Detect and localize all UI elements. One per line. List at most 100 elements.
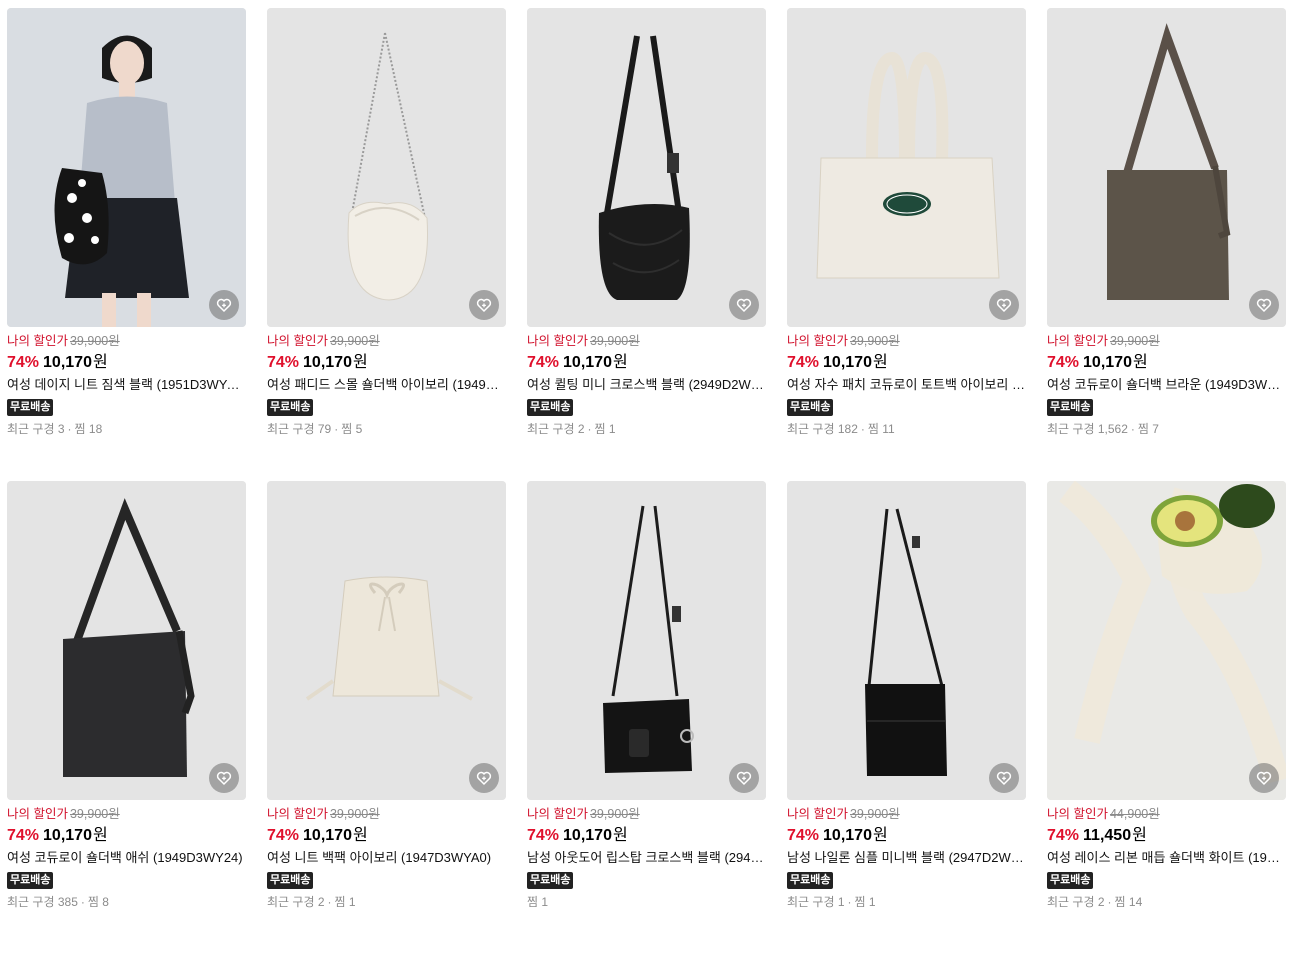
currency-label: 원 xyxy=(612,827,628,844)
product-card[interactable]: 나의 할인가 39,900원 74% 10,170원 여성 패디드 스몰 숄더백 아… xyxy=(267,8,506,481)
product-title[interactable]: 여성 퀼팅 미니 크로스백 블랙 (2949D2WYA3) xyxy=(527,376,766,393)
wish-count: 1 xyxy=(608,422,616,436)
like-button[interactable] xyxy=(209,290,239,320)
product-card[interactable]: 나의 할인가 44,900원 74% 11,450원 여성 레이스 리본 매듭 숄더… xyxy=(1047,481,1286,954)
recent-count: 2 xyxy=(1097,895,1105,909)
wish-label: 찜 xyxy=(341,422,353,436)
my-price-label: 나의 할인가 xyxy=(7,334,68,348)
like-button[interactable] xyxy=(1249,763,1279,793)
separator-dot: · xyxy=(1107,895,1112,909)
product-title[interactable]: 여성 코듀로이 숄더백 브라운 (1949D3WY24) xyxy=(1047,376,1286,393)
like-button[interactable] xyxy=(1249,290,1279,320)
product-card[interactable]: 나의 할인가 39,900원 74% 10,170원 여성 데이지 니트 짐색 블랙… xyxy=(7,8,246,481)
product-image[interactable] xyxy=(1047,481,1286,800)
recent-label: 최근 구경 xyxy=(267,422,315,436)
wish-count: 5 xyxy=(355,422,363,436)
original-price: 39,900원 xyxy=(329,334,380,348)
like-button[interactable] xyxy=(989,763,1019,793)
product-stats: 찜 1 xyxy=(527,895,766,909)
product-card[interactable]: 나의 할인가 39,900원 74% 10,170원 여성 코듀로이 숄더백 브라운… xyxy=(1047,8,1286,481)
product-image[interactable] xyxy=(527,8,766,327)
currency-label: 원 xyxy=(872,354,888,371)
like-button[interactable] xyxy=(469,290,499,320)
wish-count: 1 xyxy=(868,895,876,909)
like-button[interactable] xyxy=(729,763,759,793)
discount-rate: 74% xyxy=(527,827,560,844)
original-price: 39,900원 xyxy=(69,807,120,821)
product-card[interactable]: 나의 할인가 39,900원 74% 10,170원 여성 코듀로이 숄더백 애쉬 … xyxy=(7,481,246,954)
original-price: 44,900원 xyxy=(1109,807,1160,821)
wish-label: 찜 xyxy=(594,422,606,436)
product-image[interactable] xyxy=(527,481,766,800)
free-shipping-badge: 무료배송 xyxy=(7,399,54,416)
my-price-label: 나의 할인가 xyxy=(787,807,848,821)
heart-plus-icon xyxy=(736,298,752,313)
recent-label: 최근 구경 xyxy=(7,422,55,436)
original-price: 39,900원 xyxy=(589,334,640,348)
separator-dot: · xyxy=(67,422,72,436)
product-image[interactable] xyxy=(267,481,506,800)
product-card[interactable]: 나의 할인가 39,900원 74% 10,170원 남성 나일론 심플 미니백 블… xyxy=(787,481,1026,954)
wish-count: 14 xyxy=(1128,895,1143,909)
product-title[interactable]: 여성 니트 백팩 아이보리 (1947D3WYA0) xyxy=(267,849,506,866)
sale-price: 10,170 xyxy=(303,827,352,844)
currency-label: 원 xyxy=(612,354,628,371)
corduroy-shoulder-bag-ash-image xyxy=(7,481,246,800)
my-price-label: 나의 할인가 xyxy=(267,334,328,348)
sale-price: 10,170 xyxy=(43,354,92,371)
sale-price: 10,170 xyxy=(823,827,872,844)
sale-price: 10,170 xyxy=(563,354,612,371)
product-card[interactable]: 나의 할인가 39,900원 74% 10,170원 여성 니트 백팩 아이보리 (… xyxy=(267,481,506,954)
product-stats: 최근 구경 1,562 · 찜 7 xyxy=(1047,422,1286,436)
like-button[interactable] xyxy=(209,763,239,793)
recent-label: 최근 구경 xyxy=(787,422,835,436)
discount-rate: 74% xyxy=(267,354,300,371)
product-image[interactable] xyxy=(1047,8,1286,327)
like-button[interactable] xyxy=(989,290,1019,320)
separator-dot: · xyxy=(327,895,332,909)
sale-price: 10,170 xyxy=(823,354,872,371)
currency-label: 원 xyxy=(92,354,108,371)
heart-plus-icon xyxy=(216,771,232,786)
product-image[interactable] xyxy=(267,8,506,327)
product-image[interactable] xyxy=(7,8,246,327)
product-stats: 최근 구경 79 · 찜 5 xyxy=(267,422,506,436)
knit-backpack-image xyxy=(267,481,506,800)
product-title[interactable]: 여성 레이스 리본 매듭 숄더백 화이트 (1947D3WYA4) xyxy=(1047,849,1286,866)
heart-plus-icon xyxy=(736,771,752,786)
recent-label: 최근 구경 xyxy=(1047,895,1095,909)
sale-price: 11,450 xyxy=(1083,827,1132,844)
separator-dot: · xyxy=(1130,422,1135,436)
product-image[interactable] xyxy=(787,8,1026,327)
product-title[interactable]: 여성 패디드 스몰 숄더백 아이보리 (1949D3WYA1) xyxy=(267,376,506,393)
product-card[interactable]: 나의 할인가 39,900원 74% 10,170원 남성 아웃도어 립스탑 크로스… xyxy=(527,481,766,954)
heart-plus-icon xyxy=(216,298,232,313)
wish-label: 찜 xyxy=(74,422,86,436)
product-card[interactable]: 나의 할인가 39,900원 74% 10,170원 여성 자수 패치 코듀로이 토… xyxy=(787,8,1026,481)
my-price-label: 나의 할인가 xyxy=(1047,807,1108,821)
heart-plus-icon xyxy=(1256,298,1272,313)
product-image[interactable] xyxy=(7,481,246,800)
currency-label: 원 xyxy=(352,354,368,371)
product-stats: 최근 구경 3 · 찜 18 xyxy=(7,422,246,436)
corduroy-shoulder-bag-brown-image xyxy=(1047,8,1286,327)
product-title[interactable]: 남성 아웃도어 립스탑 크로스백 블랙 (2947D2WYA2) xyxy=(527,849,766,866)
product-title[interactable]: 여성 데이지 니트 짐색 블랙 (1951D3WYA5) xyxy=(7,376,246,393)
recent-count: 3 xyxy=(57,422,65,436)
product-title[interactable]: 남성 나일론 심플 미니백 블랙 (2947D2WYA1) xyxy=(787,849,1026,866)
product-card[interactable]: 나의 할인가 39,900원 74% 10,170원 여성 퀼팅 미니 크로스백 블… xyxy=(527,8,766,481)
product-stats: 최근 구경 182 · 찜 11 xyxy=(787,422,1026,436)
wish-label: 찜 xyxy=(87,895,99,909)
free-shipping-badge: 무료배송 xyxy=(267,872,314,889)
wish-label: 찜 xyxy=(527,895,539,909)
product-image[interactable] xyxy=(787,481,1026,800)
product-title[interactable]: 여성 자수 패치 코듀로이 토트백 아이보리 (1949D3WY21) xyxy=(787,376,1026,393)
product-title[interactable]: 여성 코듀로이 숄더백 애쉬 (1949D3WY24) xyxy=(7,849,246,866)
discount-rate: 74% xyxy=(1047,354,1080,371)
free-shipping-badge: 무료배송 xyxy=(527,399,574,416)
like-button[interactable] xyxy=(729,290,759,320)
currency-label: 원 xyxy=(92,827,108,844)
heart-plus-icon xyxy=(996,298,1012,313)
original-price: 39,900원 xyxy=(589,807,640,821)
like-button[interactable] xyxy=(469,763,499,793)
